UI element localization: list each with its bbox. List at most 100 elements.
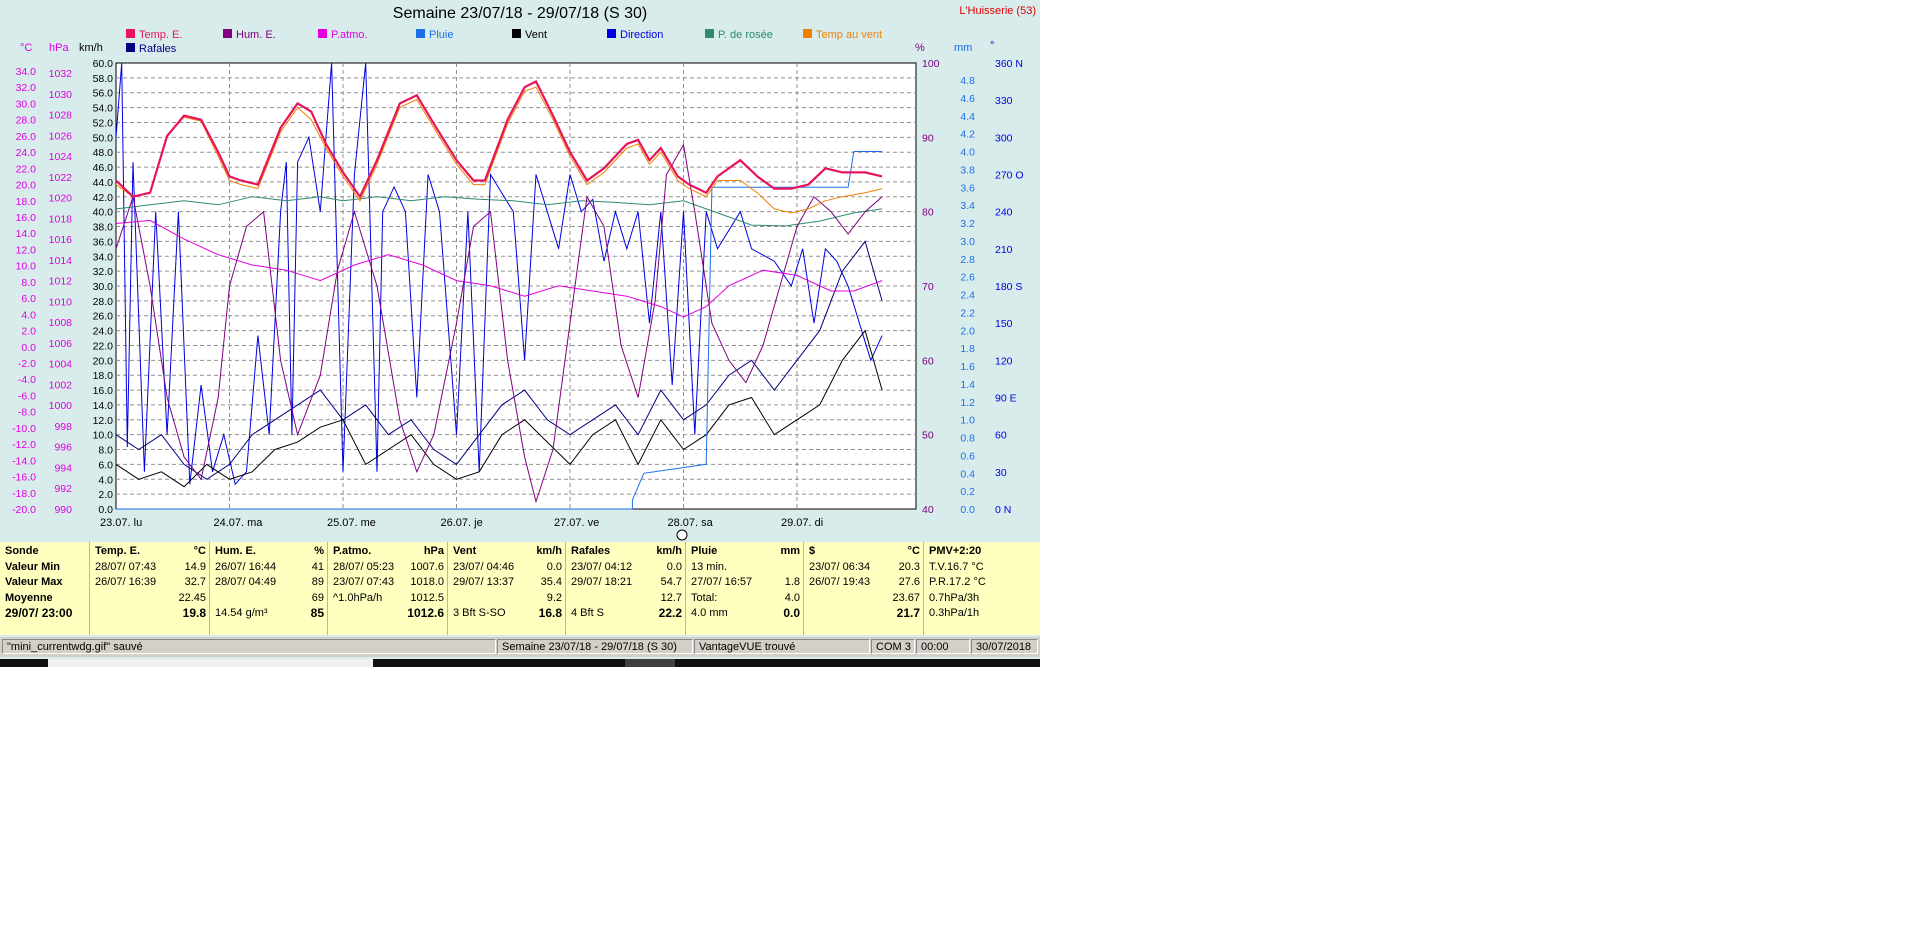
day-label: 24.07. ma [214, 517, 264, 529]
stat-date: ^1.0hPa/h [333, 591, 383, 604]
rain-tick-label: 0.0 [960, 504, 975, 516]
stat-value: 1007.6 [410, 560, 444, 573]
stat-header: Vent [453, 545, 477, 557]
wind-tick-label: 14.0 [93, 400, 114, 412]
temp-tick-label: -2.0 [18, 358, 36, 370]
press-tick-label: 1026 [49, 130, 73, 142]
wind-tick-label: 38.0 [93, 222, 114, 234]
hum-tick-label: 70 [922, 281, 934, 293]
legend-label: Temp. E. [139, 29, 182, 41]
temp-tick-label: 26.0 [16, 131, 37, 143]
wind-tick-label: 34.0 [93, 251, 114, 263]
wind-tick-label: 36.0 [93, 236, 114, 248]
temp-tick-label: -20.0 [12, 504, 36, 516]
legend-label: Pluie [429, 29, 453, 41]
wind-tick-label: 20.0 [93, 355, 114, 367]
status-period: Semaine 23/07/18 - 29/07/18 (S 30) [497, 639, 693, 654]
press-tick-label: 998 [54, 421, 72, 433]
rain-tick-label: 0.6 [960, 450, 975, 462]
temp-tick-label: 14.0 [16, 228, 37, 240]
dir-tick-label: 270 O [995, 170, 1024, 182]
stat-date [95, 591, 178, 607]
wind-tick-label: 42.0 [93, 192, 114, 204]
cursor-handle[interactable] [676, 529, 688, 541]
temp-tick-label: -14.0 [12, 455, 36, 467]
temp-tick-label: 0.0 [21, 342, 36, 354]
stat-value: 20.3 [898, 560, 920, 573]
press-tick-label: 1012 [49, 276, 73, 288]
status-station: VantageVUE trouvé [694, 639, 870, 654]
press-tick-label: 1016 [49, 234, 73, 246]
stat-value: 14.9 [184, 560, 206, 573]
press-tick-label: 1022 [49, 172, 73, 184]
stat-label: Valeur Min [5, 560, 61, 573]
unit-rain: mm [954, 42, 972, 54]
dir-tick-label: 300 [995, 132, 1013, 144]
press-tick-label: 1006 [49, 338, 73, 350]
stats-col-rafales: Rafales km/h 23/07/ 04:12 0.0 29/07/ 18:21… [566, 542, 686, 635]
stat-date [453, 591, 547, 607]
stat-date: 4 Bft S [571, 607, 605, 620]
temp-tick-label: 24.0 [16, 147, 37, 159]
press-tick-label: 1024 [49, 151, 73, 163]
temp-tick-label: 6.0 [21, 293, 36, 305]
status-bar: "mini_currentwdg.gif" sauvé Semaine 23/0… [0, 637, 1040, 657]
stat-label: 29/07/ 23:00 [5, 606, 73, 621]
stat-value: 0.7hPa/3h [929, 591, 980, 604]
press-tick-label: 990 [54, 504, 72, 516]
press-tick-label: 1028 [49, 110, 73, 122]
temp-tick-label: 4.0 [21, 309, 36, 321]
stat-date: 26/07/ 16:39 [95, 576, 157, 589]
hum-tick-label: 40 [922, 504, 934, 516]
stat-date: 3 Bft S-SO [453, 607, 506, 620]
stat-value: 22.45 [178, 591, 206, 604]
stat-value: 41 [311, 560, 324, 573]
temp-tick-label: 30.0 [16, 98, 37, 110]
stats-col-s: $ °C 23/07/ 06:34 20.3 26/07/ 19:43 27.6 23… [804, 542, 924, 635]
stat-value: 54.7 [660, 576, 682, 589]
stat-header: $ [809, 545, 816, 557]
unit-hum: % [915, 42, 925, 54]
temp-tick-label: -8.0 [18, 407, 36, 419]
stat-date [571, 591, 661, 607]
wind-tick-label: 44.0 [93, 177, 114, 189]
stat-value: 0.0 [666, 560, 682, 573]
stat-date: 28/07/ 07:43 [95, 560, 157, 573]
press-tick-label: 994 [54, 462, 72, 474]
stat-value: 23.67 [892, 591, 920, 604]
legend-swatch [705, 29, 714, 38]
wind-tick-label: 6.0 [98, 459, 113, 471]
legend-swatch [223, 29, 232, 38]
rain-tick-label: 4.0 [960, 147, 975, 159]
hum-tick-label: 50 [922, 430, 934, 442]
rain-tick-label: 3.4 [960, 200, 975, 212]
legend-label: P.atmo. [331, 29, 368, 41]
rain-tick-label: 2.8 [960, 254, 975, 266]
day-label: 25.07. me [327, 517, 376, 529]
day-label: 27.07. ve [554, 517, 599, 529]
stats-col-patmo: P.atmo. hPa 28/07/ 05:23 1007.6 23/07/ 07:… [328, 542, 448, 635]
stat-value: 1.8 [784, 576, 800, 589]
stat-date: 29/07/ 13:37 [453, 576, 515, 589]
rain-tick-label: 4.6 [960, 93, 975, 105]
press-tick-label: 992 [54, 483, 72, 495]
rain-tick-label: 2.2 [960, 307, 975, 319]
rain-tick-label: 1.8 [960, 343, 975, 355]
stat-date: 28/07/ 04:49 [215, 576, 277, 589]
scrollbar-thumb[interactable] [48, 659, 373, 667]
rain-tick-label: 3.8 [960, 164, 975, 176]
wind-tick-label: 58.0 [93, 73, 114, 85]
stat-unit: hPa [423, 545, 444, 557]
wind-tick-label: 22.0 [93, 340, 114, 352]
stat-unit: km/h [536, 545, 562, 557]
press-tick-label: 1014 [49, 255, 73, 267]
stat-value: 9.2 [546, 591, 562, 604]
dir-tick-label: 180 S [995, 281, 1022, 293]
wind-tick-label: 26.0 [93, 311, 114, 323]
stat-date: 14.54 g/m³ [215, 607, 268, 620]
stats-col-hum: Hum. E.% 26/07/ 16:44 41 28/07/ 04:49 89 6… [210, 542, 328, 635]
temp-tick-label: 22.0 [16, 163, 37, 175]
rain-tick-label: 3.2 [960, 218, 975, 230]
stats-col-temp: Temp. E. °C 28/07/ 07:43 14.9 26/07/ 16:39… [90, 542, 210, 635]
horizontal-scrollbar[interactable] [0, 659, 1040, 667]
